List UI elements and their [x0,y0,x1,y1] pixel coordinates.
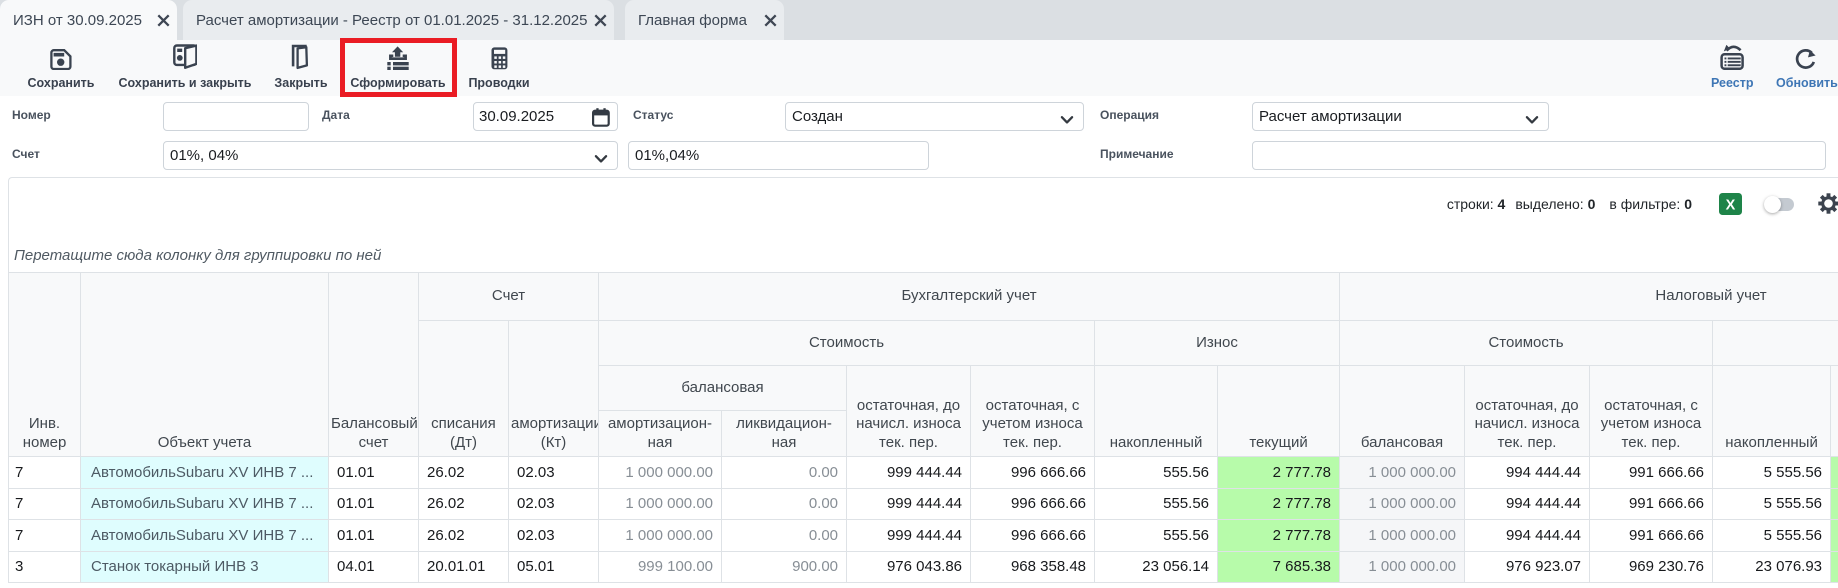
svg-text:X: X [1726,198,1736,214]
